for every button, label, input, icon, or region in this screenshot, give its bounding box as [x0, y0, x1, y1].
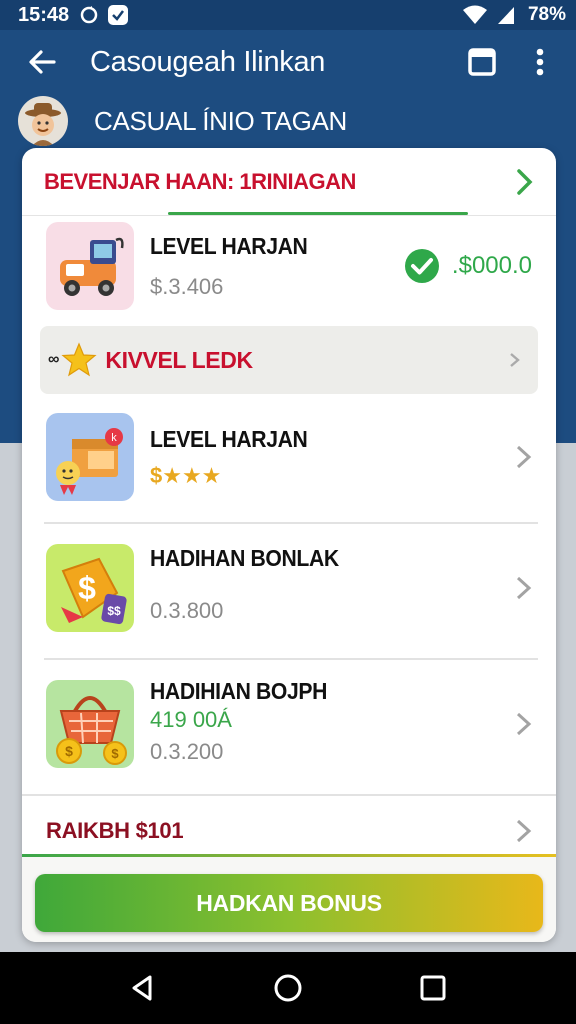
item-subtitle: 0.3.800: [150, 597, 224, 623]
cowboy-avatar-icon: [25, 103, 61, 146]
toolbar: Casougeah Ilinkan: [0, 30, 576, 94]
highlight-row[interactable]: ∞ KIVVEL LEDK: [40, 326, 538, 394]
list-item[interactable]: $ $ HADIHIAN BOJPH 419 00Á 0.3.200: [22, 678, 556, 770]
money-bag-thumbnail: $ $$: [46, 544, 134, 632]
status-bar: 15:48 78%: [0, 0, 576, 30]
item-green-value: 419 00Á: [150, 706, 232, 732]
chevron-right-icon: [510, 444, 538, 470]
item-title: LEVEL HARJAN: [150, 425, 308, 452]
vehicle-thumbnail: [46, 222, 134, 310]
divider: [22, 794, 556, 796]
basket-thumbnail: $ $: [46, 680, 134, 768]
system-nav-bar: [0, 952, 576, 1024]
star-icon: [61, 342, 97, 377]
chevron-right-icon: [510, 818, 538, 844]
claim-bonus-button[interactable]: HADKAN BONUS: [35, 874, 543, 932]
more-vert-icon: [536, 48, 544, 76]
back-button[interactable]: [22, 42, 62, 82]
chevron-right-icon: [517, 169, 533, 195]
arrow-back-icon: [29, 50, 56, 74]
circle-home-icon: [274, 974, 302, 1002]
footer-title: RAIKBH $101: [46, 818, 184, 843]
nav-recents-button[interactable]: [409, 964, 457, 1012]
highlight-title: KIVVEL LEDK: [105, 346, 253, 373]
notification-check-icon: [107, 4, 129, 26]
package-badge-icon: k: [56, 428, 123, 495]
square-icon: [468, 48, 496, 76]
square-recents-icon: [420, 975, 446, 1001]
svg-text:$: $: [78, 570, 96, 606]
divider: [22, 215, 556, 216]
item-rating: $★★★: [150, 462, 222, 488]
overflow-menu-button[interactable]: [520, 42, 560, 82]
svg-text:k: k: [111, 432, 117, 444]
check-circle-icon: [404, 249, 439, 283]
avatar[interactable]: [18, 96, 68, 146]
item-subtitle: $.3.406: [150, 273, 224, 299]
chevron-right-icon: [510, 711, 538, 737]
status-time: 15:48: [18, 3, 70, 26]
svg-text:$$: $$: [107, 604, 121, 618]
window-button[interactable]: [462, 42, 502, 82]
item-title: HADIHAN BONLAK: [150, 544, 339, 571]
list-item[interactable]: LEVEL HARJAN $.3.406 .$000.0: [22, 218, 556, 314]
nav-home-button[interactable]: [264, 964, 312, 1012]
svg-text:$: $: [111, 746, 119, 761]
toy-car-icon: [60, 237, 124, 296]
infinity-icon: ∞: [48, 351, 60, 368]
profile-name: CASUAL ÍNIO TAGAN: [94, 105, 348, 136]
item-title: HADIHIAN BOJPH: [150, 677, 328, 704]
card-header-title: BEVENJAR HAAN: 1RINIAGAN: [44, 169, 356, 194]
list-item[interactable]: $ $$ HADIHAN BONLAK 0.3.800: [22, 542, 556, 634]
item-title: LEVEL HARJAN: [150, 232, 308, 259]
sync-icon: [79, 5, 99, 25]
chevron-right-icon: [510, 575, 538, 601]
divider: [44, 522, 538, 524]
toolbar-title: Casougeah Ilinkan: [90, 45, 326, 78]
triangle-back-icon: [132, 975, 152, 1001]
basket-coins-icon: $ $: [56, 696, 127, 765]
divider: [44, 658, 538, 660]
dollar-tag-icon: $ $$: [61, 557, 127, 625]
item-subtitle: 0.3.200: [150, 738, 224, 764]
signal-icon: [496, 5, 516, 25]
rewards-card: BEVENJAR HAAN: 1RINIAGAN LEVEL HARJAN $.…: [22, 148, 556, 942]
card-header[interactable]: BEVENJAR HAAN: 1RINIAGAN: [22, 148, 556, 216]
chevron-right-icon: [510, 353, 520, 367]
battery-level: 78%: [527, 4, 566, 25]
box-thumbnail: k: [46, 413, 134, 501]
wifi-icon: [462, 5, 488, 25]
list-item[interactable]: k LEVEL HARJAN $★★★: [22, 412, 556, 502]
profile-row: CASUAL ÍNIO TAGAN: [0, 96, 576, 146]
item-amount: .$000.0: [451, 252, 532, 279]
svg-text:$: $: [65, 743, 73, 759]
nav-back-button[interactable]: [119, 964, 167, 1012]
